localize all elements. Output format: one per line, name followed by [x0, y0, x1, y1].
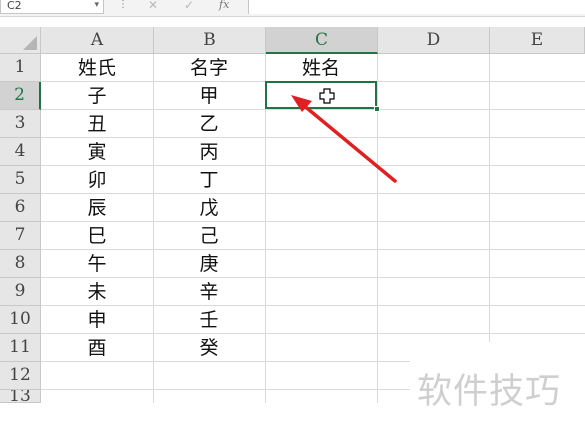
cell-b11[interactable]: 癸	[153, 334, 265, 362]
name-box-value: C2	[7, 0, 22, 12]
cell-b6[interactable]: 戊	[153, 194, 265, 222]
row-header-13[interactable]: 13	[0, 390, 41, 403]
name-box[interactable]: C2 ▾	[0, 0, 104, 14]
cell-b9[interactable]: 辛	[153, 278, 265, 306]
cell-b2[interactable]: 甲	[153, 82, 265, 110]
watermark-text: 软件技巧	[417, 372, 562, 412]
row-header-12[interactable]: 12	[0, 362, 41, 390]
cell-a4[interactable]: 寅	[41, 138, 153, 166]
cell-b3[interactable]: 乙	[153, 110, 265, 138]
select-all-button[interactable]	[0, 27, 41, 54]
fill-handle[interactable]	[374, 106, 380, 112]
cell-a1[interactable]: 姓氏	[41, 54, 153, 82]
row-header-8[interactable]: 8	[0, 250, 41, 278]
formula-input[interactable]	[248, 0, 585, 14]
cell-b5[interactable]: 丁	[153, 166, 265, 194]
splitter-icon[interactable]: ⋮	[118, 0, 128, 10]
plus-cursor-icon	[319, 88, 335, 104]
column-header-e[interactable]: E	[490, 27, 585, 54]
cell-b10[interactable]: 壬	[153, 306, 265, 334]
cell-a10[interactable]: 申	[41, 306, 153, 334]
column-header-a[interactable]: A	[41, 27, 154, 54]
row-header-3[interactable]: 3	[0, 110, 41, 138]
column-header-b[interactable]: B	[154, 27, 266, 54]
row-header-5[interactable]: 5	[0, 166, 41, 194]
cell-a3[interactable]: 丑	[41, 110, 153, 138]
column-header-c[interactable]: C	[266, 27, 378, 54]
cell-b7[interactable]: 己	[153, 222, 265, 250]
cell-b1[interactable]: 名字	[153, 54, 265, 82]
cell-a2[interactable]: 子	[41, 82, 153, 110]
insert-function-button[interactable]: fx	[219, 0, 229, 12]
formula-bar: C2 ▾ ⋮ ✕ ✓ fx	[0, 0, 585, 17]
cell-a6[interactable]: 辰	[41, 194, 153, 222]
row-header-7[interactable]: 7	[0, 222, 41, 250]
confirm-icon[interactable]: ✓	[184, 0, 194, 12]
row-header-4[interactable]: 4	[0, 138, 41, 166]
row-header-1[interactable]: 1	[0, 54, 41, 82]
cell-a11[interactable]: 酉	[41, 334, 153, 362]
row-header-10[interactable]: 10	[0, 306, 41, 334]
cell-a7[interactable]: 巳	[41, 222, 153, 250]
column-header-d[interactable]: D	[378, 27, 490, 54]
chevron-down-icon[interactable]: ▾	[94, 0, 99, 10]
row-header-2[interactable]: 2	[0, 82, 41, 110]
cell-a5[interactable]: 卯	[41, 166, 153, 194]
row-header-11[interactable]: 11	[0, 334, 41, 362]
row-header-6[interactable]: 6	[0, 194, 41, 222]
cell-b8[interactable]: 庚	[153, 250, 265, 278]
cell-b4[interactable]: 丙	[153, 138, 265, 166]
select-all-triangle-icon	[23, 36, 37, 50]
cell-c1[interactable]: 姓名	[265, 54, 377, 82]
cell-a9[interactable]: 未	[41, 278, 153, 306]
cell-a8[interactable]: 午	[41, 250, 153, 278]
cancel-icon[interactable]: ✕	[148, 0, 158, 12]
spreadsheet-grid: A B C D E 1 2 3 4 5 6 7 8 9 10 11 12 13 …	[0, 27, 585, 423]
row-header-9[interactable]: 9	[0, 278, 41, 306]
